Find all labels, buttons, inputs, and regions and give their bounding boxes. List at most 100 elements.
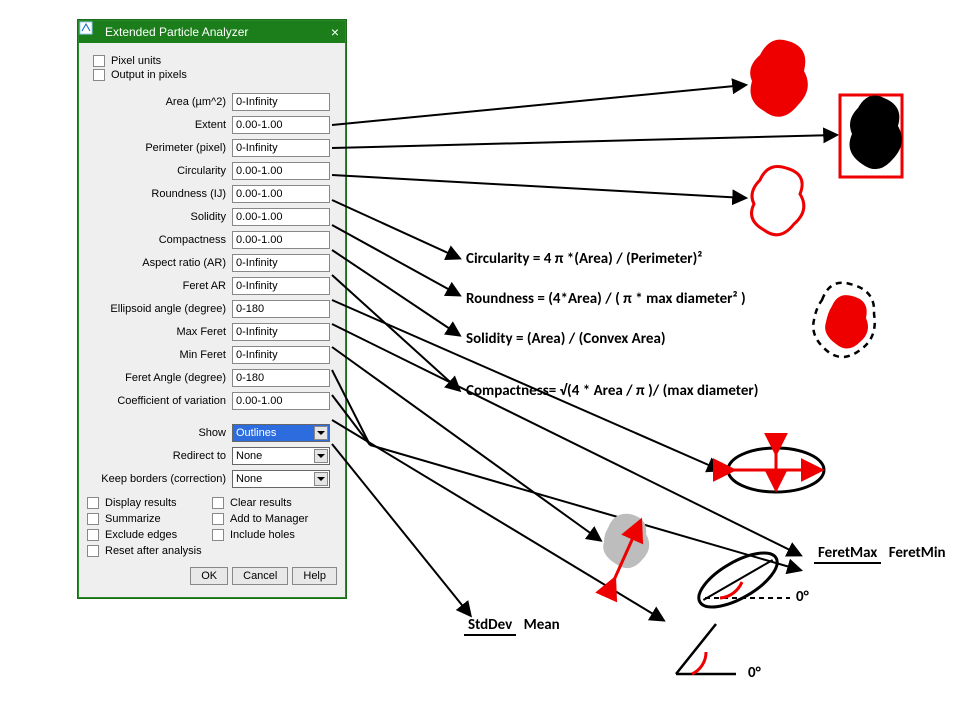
checkbox-label: Exclude edges — [105, 529, 177, 541]
compactness-input[interactable] — [232, 231, 330, 249]
field-perimeter: Perimeter (pixel) — [87, 138, 337, 158]
feret-ar-input[interactable] — [232, 277, 330, 295]
feret-max-label: FeretMax — [814, 544, 881, 564]
checkbox-icon — [212, 529, 224, 541]
zero-deg-2: 0° — [748, 664, 761, 682]
field-redirect-to: Redirect to None — [87, 446, 337, 466]
checkbox-label: Clear results — [230, 497, 292, 509]
checkbox-label: Display results — [105, 497, 177, 509]
checkbox-include-holes[interactable]: Include holes — [212, 529, 337, 541]
field-label: Compactness — [87, 234, 232, 246]
checkbox-summarize[interactable]: Summarize — [87, 513, 212, 525]
field-label: Feret AR — [87, 280, 232, 292]
chevron-down-icon — [314, 426, 328, 440]
max-feret-input[interactable] — [232, 323, 330, 341]
field-coeff-variation: Coefficient of variation — [87, 391, 337, 411]
app-icon — [85, 25, 99, 39]
solidity-input[interactable] — [232, 208, 330, 226]
field-max-feret: Max Feret — [87, 322, 337, 342]
field-label: Ellipsoid angle (degree) — [87, 303, 232, 315]
field-label: Circularity — [87, 165, 232, 177]
dialog-title: Extended Particle Analyzer — [105, 25, 248, 39]
mean-label: Mean — [520, 616, 564, 634]
redirect-to-select[interactable]: None — [232, 447, 330, 465]
select-value: None — [236, 450, 262, 462]
feret-fraction: FeretMax FeretMin — [814, 544, 950, 562]
roundness-input[interactable] — [232, 185, 330, 203]
field-label: Solidity — [87, 211, 232, 223]
ellipsoid-angle-input[interactable] — [232, 300, 330, 318]
chevron-down-icon — [314, 472, 328, 486]
field-label: Roundness (IJ) — [87, 188, 232, 200]
checkbox-icon — [87, 497, 99, 509]
field-area: Area (µm^2) — [87, 92, 337, 112]
circularity-input[interactable] — [232, 162, 330, 180]
close-icon[interactable]: × — [331, 24, 339, 40]
field-label: Keep borders (correction) — [87, 473, 232, 485]
field-compactness: Compactness — [87, 230, 337, 250]
checkbox-output-in-pixels[interactable]: Output in pixels — [93, 69, 337, 81]
extent-input[interactable] — [232, 116, 330, 134]
field-feret-ar: Feret AR — [87, 276, 337, 296]
min-feret-input[interactable] — [232, 346, 330, 364]
coeff-variation-input[interactable] — [232, 392, 330, 410]
zero-deg-1: 0° — [796, 588, 809, 606]
keep-borders-select[interactable]: None — [232, 470, 330, 488]
particle-analyzer-dialog: Extended Particle Analyzer × Pixel units… — [78, 20, 346, 598]
checkbox-reset-after[interactable]: Reset after analysis — [87, 545, 337, 557]
formula-solidity: Solidity = (Area) / (Convex Area) — [466, 330, 666, 348]
show-select[interactable]: Outlines — [232, 424, 330, 442]
checkbox-icon — [87, 513, 99, 525]
field-label: Extent — [87, 119, 232, 131]
checkbox-label: Output in pixels — [111, 69, 187, 81]
field-label: Min Feret — [87, 349, 232, 361]
field-label: Redirect to — [87, 450, 232, 462]
help-button[interactable]: Help — [292, 567, 337, 585]
checkbox-label: Pixel units — [111, 55, 161, 67]
formula-compactness: Compactness= √(4 * Area / π )/ (max diam… — [466, 382, 758, 400]
field-label: Max Feret — [87, 326, 232, 338]
select-value: None — [236, 473, 262, 485]
cancel-button[interactable]: Cancel — [232, 567, 288, 585]
checkbox-clear-results[interactable]: Clear results — [212, 497, 337, 509]
checkbox-pixel-units[interactable]: Pixel units — [93, 55, 337, 67]
field-label: Coefficient of variation — [87, 395, 232, 407]
aspect-ratio-input[interactable] — [232, 254, 330, 272]
chevron-down-icon — [314, 449, 328, 463]
checkbox-label: Add to Manager — [230, 513, 308, 525]
ok-button[interactable]: OK — [190, 567, 228, 585]
formula-circularity: Circularity = 4 π *(Area) / (Perimeter)² — [466, 250, 702, 268]
field-roundness: Roundness (IJ) — [87, 184, 337, 204]
field-extent: Extent — [87, 115, 337, 135]
field-circularity: Circularity — [87, 161, 337, 181]
checkbox-icon — [212, 513, 224, 525]
titlebar[interactable]: Extended Particle Analyzer × — [79, 21, 345, 43]
field-label: Feret Angle (degree) — [87, 372, 232, 384]
field-keep-borders: Keep borders (correction) None — [87, 469, 337, 489]
checkbox-icon — [212, 497, 224, 509]
select-value: Outlines — [236, 427, 276, 439]
field-aspect-ratio: Aspect ratio (AR) — [87, 253, 337, 273]
checkbox-icon — [93, 69, 105, 81]
field-label: Show — [87, 427, 232, 439]
checkbox-add-to-manager[interactable]: Add to Manager — [212, 513, 337, 525]
field-show: Show Outlines — [87, 423, 337, 443]
checkbox-label: Include holes — [230, 529, 295, 541]
field-label: Perimeter (pixel) — [87, 142, 232, 154]
stddev-mean-fraction: StdDev Mean — [464, 616, 564, 634]
field-label: Area (µm^2) — [87, 96, 232, 108]
checkbox-display-results[interactable]: Display results — [87, 497, 212, 509]
feret-angle-input[interactable] — [232, 369, 330, 387]
checkbox-icon — [87, 529, 99, 541]
checkbox-icon — [87, 545, 99, 557]
field-min-feret: Min Feret — [87, 345, 337, 365]
field-label: Aspect ratio (AR) — [87, 257, 232, 269]
perimeter-input[interactable] — [232, 139, 330, 157]
field-feret-angle: Feret Angle (degree) — [87, 368, 337, 388]
field-solidity: Solidity — [87, 207, 337, 227]
checkbox-exclude-edges[interactable]: Exclude edges — [87, 529, 212, 541]
area-input[interactable] — [232, 93, 330, 111]
stddev-label: StdDev — [464, 616, 516, 636]
feret-min-label: FeretMin — [885, 544, 950, 562]
field-ellipsoid-angle: Ellipsoid angle (degree) — [87, 299, 337, 319]
